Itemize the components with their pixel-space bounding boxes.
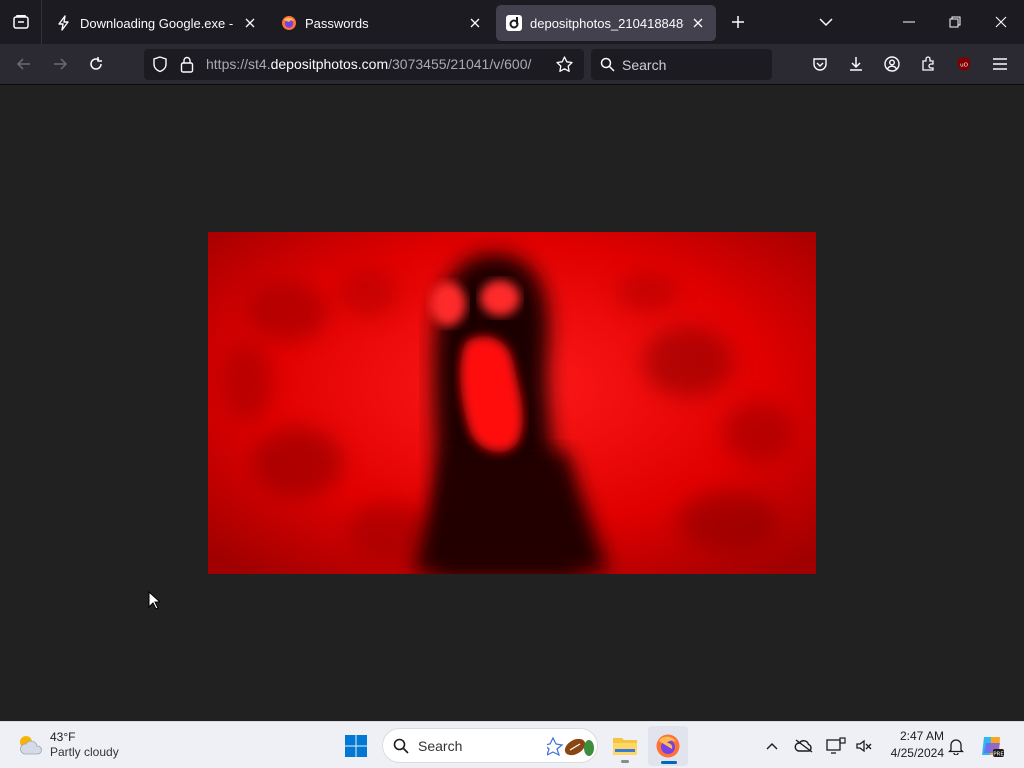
close-icon — [995, 16, 1007, 28]
partly-cloudy-icon — [16, 732, 44, 758]
onedrive-offline-icon — [794, 738, 814, 754]
close-tab-icon[interactable] — [242, 15, 258, 31]
pocket-icon — [812, 56, 828, 72]
close-tab-icon[interactable] — [690, 15, 706, 31]
volume-tray-button[interactable] — [846, 726, 882, 766]
search-highlight-football-icon — [547, 732, 595, 760]
close-tab-icon[interactable] — [467, 15, 483, 31]
clock-time: 2:47 AM — [899, 729, 944, 743]
search-placeholder: Search — [622, 57, 667, 73]
display-network-icon — [826, 737, 846, 755]
tab-title: Passwords — [305, 15, 369, 31]
back-arrow-icon — [16, 56, 32, 72]
svg-text:PRE: PRE — [993, 751, 1004, 757]
folder-icon — [612, 735, 638, 757]
search-icon — [600, 57, 615, 72]
account-icon — [884, 56, 900, 72]
tab-passwords[interactable]: Passwords — [271, 5, 493, 41]
pocket-button[interactable] — [804, 48, 836, 80]
reload-icon — [88, 56, 104, 72]
depositphotos-favicon-icon — [506, 15, 522, 31]
puzzle-icon — [920, 56, 936, 72]
reload-button[interactable] — [80, 48, 112, 80]
stock-photo-image[interactable] — [208, 232, 816, 574]
restore-button[interactable] — [932, 0, 978, 44]
download-icon — [848, 56, 864, 72]
chevron-down-icon — [819, 17, 833, 27]
copilot-icon: PRE — [979, 733, 1005, 759]
taskbar-clock[interactable]: 2:47 AM 4/25/2024 — [880, 728, 944, 764]
onedrive-tray-button[interactable] — [786, 726, 822, 766]
page-content — [0, 85, 1024, 721]
weather-condition: Partly cloudy — [50, 745, 119, 759]
ublock-icon: uO — [956, 56, 972, 72]
notifications-button[interactable] — [938, 726, 974, 766]
tab-bar: Downloading Google.exe - Gam Passwords d… — [0, 0, 1024, 44]
url-path: /3073455/21041/v/600/ — [388, 56, 532, 72]
windows-taskbar: 43°F Partly cloudy Search 2:47 AM 4/25/2… — [0, 721, 1024, 768]
tracking-protection-shield-icon[interactable] — [152, 56, 168, 73]
tab-downloading-google[interactable]: Downloading Google.exe - Gam — [46, 5, 268, 41]
url-domain: depositphotos.com — [270, 56, 389, 72]
copilot-button[interactable]: PRE — [972, 726, 1012, 766]
bell-icon — [948, 737, 964, 755]
url-prefix: https://st4. — [206, 56, 271, 72]
menu-button[interactable] — [984, 48, 1016, 80]
weather-temperature: 43°F — [50, 730, 76, 744]
running-indicator — [621, 760, 629, 763]
taskbar-search-box[interactable]: Search — [382, 728, 598, 763]
new-tab-button[interactable] — [718, 4, 758, 40]
taskbar-file-explorer[interactable] — [605, 726, 645, 766]
list-all-tabs-button[interactable] — [808, 4, 844, 40]
minimize-button[interactable] — [886, 0, 932, 44]
taskbar-firefox[interactable] — [648, 726, 688, 766]
svg-text:uO: uO — [960, 63, 968, 69]
weather-widget[interactable]: 43°F Partly cloudy — [16, 728, 156, 764]
bookmark-star-icon[interactable] — [556, 56, 573, 73]
clock-date: 4/25/2024 — [890, 746, 944, 760]
restore-icon — [949, 16, 961, 28]
account-button[interactable] — [876, 48, 908, 80]
web-search-bar[interactable]: Search — [591, 49, 772, 80]
downloads-button[interactable] — [840, 48, 872, 80]
firefox-icon — [655, 733, 681, 759]
back-button[interactable] — [8, 48, 40, 80]
lightning-favicon-icon — [56, 15, 72, 31]
tab-depositphotos[interactable]: depositphotos_210418848-stock — [496, 5, 716, 41]
start-button[interactable] — [336, 726, 376, 766]
firefox-favicon-icon — [281, 15, 297, 31]
tab-title: depositphotos_210418848-stock — [530, 15, 684, 31]
firefox-view-button[interactable] — [0, 0, 42, 44]
extensions-button[interactable] — [912, 48, 944, 80]
firefox-view-icon — [12, 13, 30, 31]
url-text[interactable]: https://st4.depositphotos.com/3073455/21… — [206, 56, 546, 72]
chevron-up-icon — [766, 742, 778, 750]
forward-button[interactable] — [44, 48, 76, 80]
mouse-cursor-icon — [148, 591, 160, 610]
show-hidden-icons-button[interactable] — [754, 726, 790, 766]
minimize-icon — [903, 21, 915, 23]
volume-muted-icon — [855, 738, 873, 754]
plus-icon — [731, 15, 745, 29]
close-window-button[interactable] — [978, 0, 1024, 44]
forward-arrow-icon — [52, 56, 68, 72]
active-window-indicator — [661, 761, 677, 764]
taskbar-search-placeholder: Search — [418, 738, 463, 754]
ublock-origin-button[interactable]: uO — [948, 48, 980, 80]
hamburger-menu-icon — [992, 57, 1008, 71]
url-bar[interactable]: https://st4.depositphotos.com/3073455/21… — [144, 49, 584, 80]
padlock-icon[interactable] — [180, 56, 194, 73]
search-icon — [393, 738, 409, 754]
tab-title: Downloading Google.exe - Gam — [80, 15, 236, 31]
windows-logo-icon — [344, 734, 368, 758]
